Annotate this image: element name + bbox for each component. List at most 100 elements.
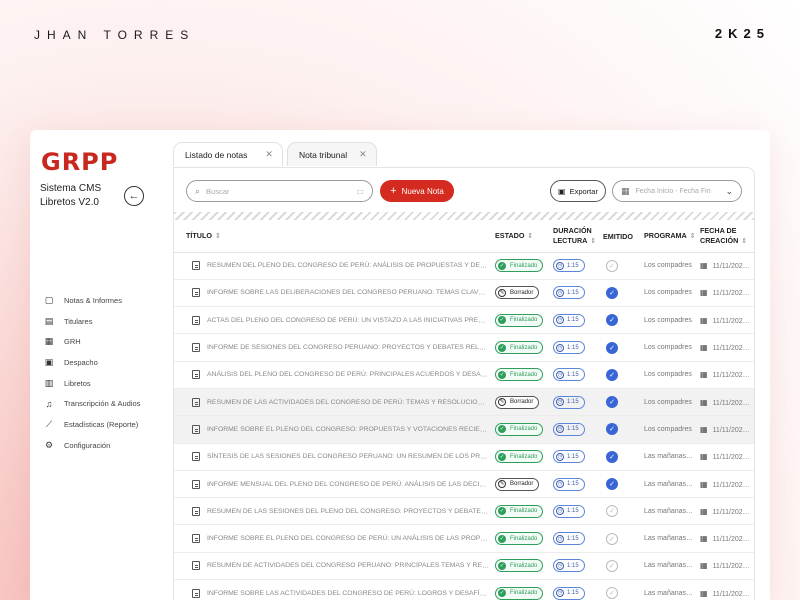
status-badge[interactable]: ✓ Finalizado <box>495 559 544 573</box>
sidebar-item-configuracion[interactable]: ⚙ Configuración <box>44 435 140 456</box>
table-row[interactable]: INFORME SOBRE LAS ACTIVIDADES DEL CONGRE… <box>174 579 754 600</box>
duration-badge: ◷ 1:15 <box>553 532 585 546</box>
title-cell: SÍNTESIS DE LAS SESIONES DEL CONGRESO PE… <box>174 443 492 471</box>
status-badge[interactable]: ✓ Finalizado <box>495 450 544 464</box>
double-check-icon[interactable]: ✓ <box>606 559 618 572</box>
new-note-button[interactable]: + Nueva Nota <box>380 180 454 202</box>
double-check-icon[interactable]: ✓ <box>606 532 618 545</box>
status-badge[interactable]: ✓ Finalizado <box>495 422 544 436</box>
duration-text: 1:15 <box>567 399 579 406</box>
status-cell: ✓ Finalizado <box>492 361 550 389</box>
double-check-icon[interactable]: ✓ <box>606 450 618 463</box>
note-title: RESUMEN DEL PLENO DEL CONGRESO DE PERÚ: … <box>207 262 492 270</box>
header-programa[interactable]: PROGRAMA ⇕ <box>641 222 697 253</box>
date-text: 11/11/2024 2: <box>712 399 754 407</box>
clock-icon: ◷ <box>556 370 564 379</box>
brand-name: JHAN TORRES <box>34 28 196 42</box>
double-check-icon[interactable]: ✓ <box>606 314 618 327</box>
sidebar-item-despacho[interactable]: ▣ Despacho <box>44 352 140 373</box>
system-name: Sistema CMS Libretos V2.0 <box>40 183 102 208</box>
calendar-icon: ▦ <box>700 534 708 544</box>
status-badge[interactable]: ✓ Finalizado <box>495 586 544 600</box>
date-text: 11/11/2024 2: <box>712 345 754 353</box>
calendar-icon: ▦ <box>700 452 708 462</box>
status-badge[interactable]: ✎ Borrador <box>495 477 540 491</box>
emitted-cell: ✓ <box>600 252 641 280</box>
plus-icon: + <box>390 185 397 197</box>
status-badge[interactable]: ✓ Finalizado <box>495 368 544 382</box>
sidebar-item-notas[interactable]: ▢ Notas & Informes <box>44 290 140 311</box>
duration-text: 1:15 <box>567 508 579 515</box>
tab-nota-tribunal[interactable]: Nota tribunal ✕ <box>286 142 377 166</box>
table-row[interactable]: INFORME SOBRE EL PLENO DEL CONGRESO: PRO… <box>174 415 754 444</box>
status-badge[interactable]: ✓ Finalizado <box>495 504 544 518</box>
table-row[interactable]: INFORME DE SESIONES DEL CONGRESO PERUANO… <box>174 333 754 362</box>
table-row[interactable]: RESUMEN DE LAS SESIONES DEL PLENO DEL CO… <box>174 497 754 526</box>
status-text: Finalizado <box>510 371 538 378</box>
duration-badge: ◷ 1:15 <box>553 259 585 273</box>
duration-badge: ◷ 1:15 <box>553 313 585 327</box>
sidebar-item-titulares[interactable]: ▤ Titulares <box>44 311 140 332</box>
double-check-icon[interactable]: ✓ <box>606 368 618 381</box>
header-emitido[interactable]: EMITIDO <box>600 222 641 253</box>
double-check-icon[interactable]: ✓ <box>606 259 618 272</box>
document-icon <box>192 506 200 516</box>
calendar-icon: ▦ <box>700 424 708 434</box>
double-check-icon[interactable]: ✓ <box>606 286 618 299</box>
collapse-sidebar-button[interactable]: ← <box>124 186 144 206</box>
export-button[interactable]: ▣ Exportar <box>550 180 606 202</box>
eraser-icon: ✎ <box>498 480 506 489</box>
date-range-picker[interactable]: ▦ Fecha Inicio - Fecha Fin ⌄ <box>612 180 742 202</box>
table-row[interactable]: INFORME MENSUAL DEL PLENO DEL CONGRESO D… <box>174 470 754 499</box>
status-text: Finalizado <box>510 453 538 460</box>
table-row[interactable]: SÍNTESIS DE LAS SESIONES DEL CONGRESO PE… <box>174 443 754 471</box>
double-check-icon[interactable]: ✓ <box>606 505 618 518</box>
sidebar-item-libretos[interactable]: ▥ Libretos <box>44 373 140 394</box>
status-text: Finalizado <box>510 508 538 515</box>
tab-listado-notas[interactable]: Listado de notas ✕ <box>173 142 283 166</box>
title-cell: INFORME SOBRE EL PLENO DEL CONGRESO: PRO… <box>174 415 492 444</box>
table-row[interactable]: INFORME SOBRE LAS DELIBERACIONES DEL CON… <box>174 279 754 308</box>
double-check-icon[interactable]: ✓ <box>606 587 618 600</box>
sidebar-item-estadisticas[interactable]: ⟋ Estadísticas (Reporte) <box>44 414 140 435</box>
sidebar-item-transcripcion[interactable]: ♫ Transcripción & Audios <box>44 393 141 414</box>
double-check-icon[interactable]: ✓ <box>606 423 618 436</box>
status-badge[interactable]: ✓ Finalizado <box>495 341 544 355</box>
status-badge[interactable]: ✓ Finalizado <box>495 259 544 273</box>
table-row[interactable]: ANÁLISIS DEL PLENO DEL CONGRESO DE PERÚ:… <box>174 361 754 389</box>
table-row[interactable]: RESUMEN DE LAS ACTIVIDADES DEL CONGRESO … <box>174 388 754 417</box>
calendar-icon: ▦ <box>700 588 708 598</box>
status-text: Borrador <box>510 399 534 406</box>
double-check-icon[interactable]: ✓ <box>606 396 618 409</box>
header-duracion[interactable]: DURACIÓN LECTURA ⇕ <box>550 222 600 253</box>
table-row[interactable]: RESUMEN DE ACTIVIDADES DEL CONGRESO PERU… <box>174 552 754 581</box>
sidebar-item-grh[interactable]: ▦ GRH <box>44 331 140 352</box>
document-icon <box>192 261 200 271</box>
books-icon: ▥ <box>44 377 54 388</box>
double-check-icon[interactable]: ✓ <box>606 341 618 354</box>
header-titulo[interactable]: TÍTULO ⇕ <box>174 222 492 253</box>
close-icon[interactable]: ✕ <box>265 149 273 160</box>
date-cell: ▦ 11/11/2024 2: <box>697 361 754 389</box>
document-icon <box>192 288 200 298</box>
table-row[interactable]: ACTAS DEL PLENO DEL CONGRESO DE PERÚ: UN… <box>174 306 754 335</box>
header-estado[interactable]: ESTADO ⇕ <box>492 222 550 253</box>
table-row[interactable]: INFORME SOBRE EL PLENO DEL CONGRESO DE P… <box>174 524 754 553</box>
calendar-icon: ▦ <box>700 288 708 298</box>
clock-icon: ◷ <box>556 343 564 352</box>
status-badge[interactable]: ✓ Finalizado <box>495 313 544 327</box>
search-placeholder: Buscar <box>206 186 230 196</box>
sidebar-item-label: Configuración <box>64 440 111 450</box>
new-note-label: Nueva Nota <box>401 186 444 196</box>
table-row[interactable]: RESUMEN DEL PLENO DEL CONGRESO DE PERÚ: … <box>174 252 754 280</box>
search-input[interactable]: ⌕ Buscar ▭ <box>186 180 373 202</box>
notes-table-container[interactable]: TÍTULO ⇕ ESTADO ⇕ DURACIÓN LECTURA ⇕ EMITID… <box>174 222 754 600</box>
close-icon[interactable]: ✕ <box>359 149 367 160</box>
status-badge[interactable]: ✎ Borrador <box>495 286 540 300</box>
double-check-icon[interactable]: ✓ <box>606 478 618 491</box>
status-text: Finalizado <box>510 344 538 351</box>
status-badge[interactable]: ✓ Finalizado <box>495 532 544 546</box>
status-badge[interactable]: ✎ Borrador <box>495 395 540 409</box>
date-text: 11/11/2024 15: <box>712 263 754 271</box>
header-fecha[interactable]: FECHA DE CREACIÓN ⇕ <box>697 222 754 253</box>
